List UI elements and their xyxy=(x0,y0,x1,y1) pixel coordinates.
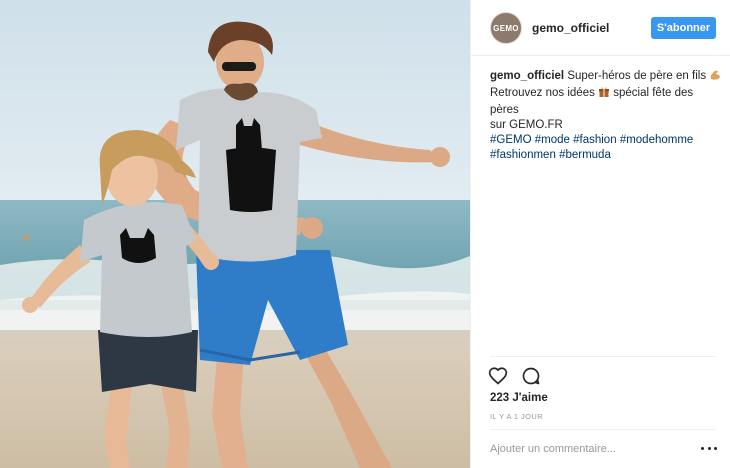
comment-bubble-icon[interactable] xyxy=(521,366,541,386)
hashtag-list: #GEMO #mode #fashion #modehomme #fashion… xyxy=(490,134,693,161)
post-timestamp[interactable]: IL Y A 1 JOUR xyxy=(490,412,543,421)
beach-photo-illustration xyxy=(0,0,470,468)
heart-icon[interactable] xyxy=(488,366,508,386)
like-count[interactable]: 223 J'aime xyxy=(490,392,548,404)
hashtag-link[interactable]: #fashionmen xyxy=(490,149,556,161)
caption-username[interactable]: gemo_officiel xyxy=(490,70,564,82)
ellipsis-icon[interactable] xyxy=(701,441,717,455)
post-side-panel: GEMO gemo_officiel S'abonner gemo_offici… xyxy=(470,0,730,468)
comment-input[interactable] xyxy=(490,440,690,458)
actions-divider xyxy=(490,356,716,357)
avatar[interactable]: GEMO xyxy=(490,12,522,44)
post-header: GEMO gemo_officiel S'abonner xyxy=(471,0,730,56)
flexed-biceps-icon xyxy=(709,69,721,86)
post-caption: gemo_officiel Super-héros de père en fil… xyxy=(490,69,722,163)
follow-button[interactable]: S'abonner xyxy=(651,17,716,39)
caption-text-line4: sur GEMO.FR xyxy=(490,119,563,131)
hashtag-link[interactable]: #fashion xyxy=(573,134,616,146)
hashtag-link[interactable]: #bermuda xyxy=(559,149,611,161)
post-actions xyxy=(488,366,548,386)
avatar-label: GEMO xyxy=(493,23,519,33)
hashtag-link[interactable]: #mode xyxy=(535,134,570,146)
gift-box-icon xyxy=(598,86,610,103)
username-link[interactable]: gemo_officiel xyxy=(532,21,609,35)
caption-text-line2: Retrouvez nos idées xyxy=(490,87,595,99)
caption-text-line1: Super-héros de père en fils xyxy=(567,70,707,82)
comment-divider xyxy=(490,429,716,430)
hashtag-link[interactable]: #modehomme xyxy=(620,134,694,146)
hashtag-link[interactable]: #GEMO xyxy=(490,134,532,146)
post-photo[interactable] xyxy=(0,0,470,468)
